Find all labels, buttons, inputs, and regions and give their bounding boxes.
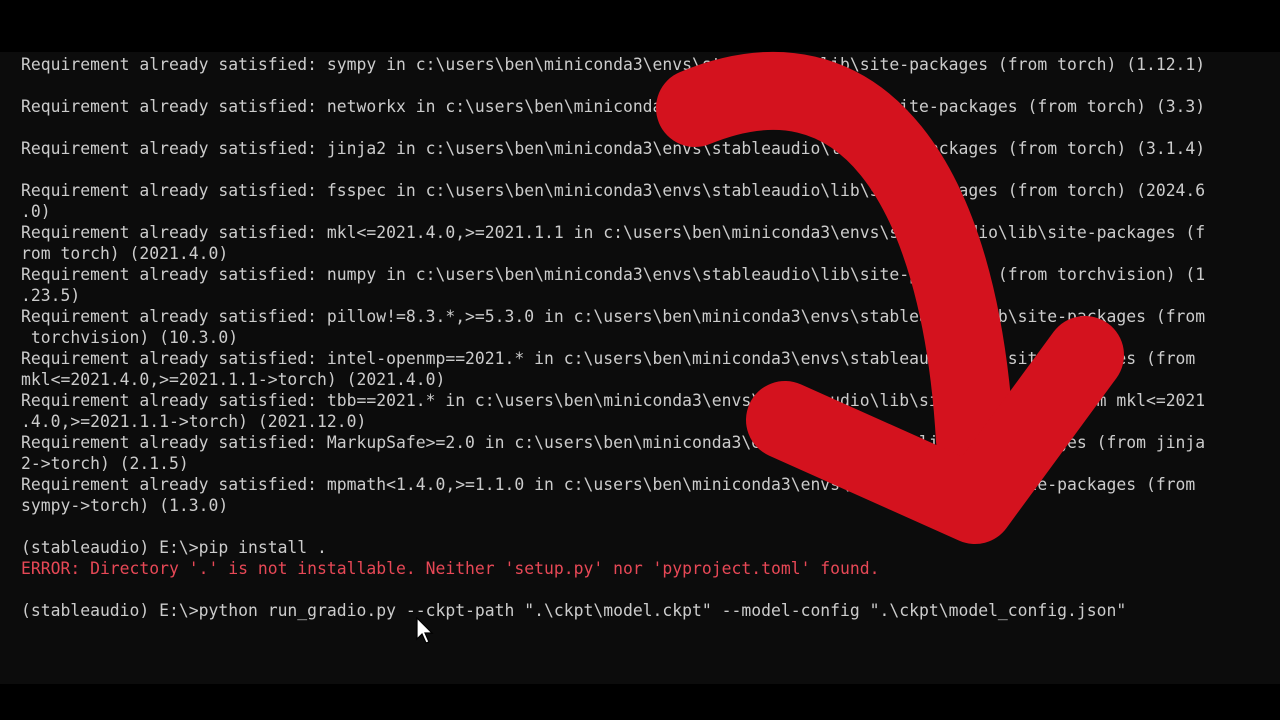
terminal-line: 2->torch) (2.1.5) (21, 454, 189, 473)
terminal-window[interactable]: Requirement already satisfied: sympy in … (0, 52, 1280, 684)
terminal-line: (stableaudio) E:\>python run_gradio.py -… (21, 601, 1127, 620)
terminal-line: Requirement already satisfied: pillow!=8… (21, 307, 1206, 326)
terminal-line: Requirement already satisfied: networkx … (21, 97, 1206, 116)
terminal-line: Requirement already satisfied: mpmath<1.… (21, 475, 1196, 494)
terminal-line: .0) (21, 202, 51, 221)
terminal-line: Requirement already satisfied: tbb==2021… (21, 391, 1206, 410)
terminal-line: torchvision) (10.3.0) (21, 328, 239, 347)
terminal-line: Requirement already satisfied: intel-ope… (21, 349, 1196, 368)
terminal-line: (stableaudio) E:\>pip install . (21, 538, 327, 557)
terminal-line: Requirement already satisfied: MarkupSaf… (21, 433, 1206, 452)
terminal-line: sympy->torch) (1.3.0) (21, 496, 229, 515)
terminal-line: Requirement already satisfied: jinja2 in… (21, 139, 1206, 158)
terminal-line: Requirement already satisfied: numpy in … (21, 265, 1206, 284)
terminal-line: Requirement already satisfied: sympy in … (21, 55, 1206, 74)
mouse-pointer-icon (416, 617, 434, 644)
terminal-line: .4.0,>=2021.1.1->torch) (2021.12.0) (21, 412, 367, 431)
error-line: ERROR: Directory '.' is not installable.… (21, 559, 880, 578)
terminal-line: .23.5) (21, 286, 81, 305)
terminal-line: Requirement already satisfied: mkl<=2021… (21, 223, 1206, 242)
terminal-line: rom torch) (2021.4.0) (21, 244, 229, 263)
terminal-line: Requirement already satisfied: fsspec in… (21, 181, 1206, 200)
terminal-line: mkl<=2021.4.0,>=2021.1.1->torch) (2021.4… (21, 370, 446, 389)
